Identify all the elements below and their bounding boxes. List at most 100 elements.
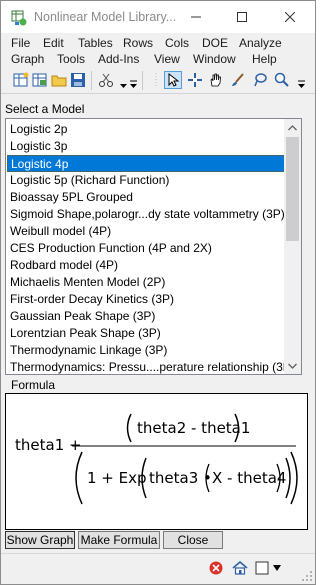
resize-grip-icon[interactable] bbox=[301, 570, 313, 582]
jmp-app-icon bbox=[11, 10, 27, 26]
chevron-up-icon bbox=[288, 124, 297, 130]
toolbar-separator bbox=[91, 71, 92, 90]
scroll-down-button[interactable] bbox=[284, 357, 301, 374]
list-item[interactable]: Logistic 3p bbox=[7, 138, 287, 155]
menu-help[interactable]: Help bbox=[252, 52, 277, 66]
open-file-button[interactable] bbox=[50, 71, 68, 89]
make-formula-button[interactable]: Make Formula bbox=[78, 531, 160, 549]
menu-tables[interactable]: Tables bbox=[78, 36, 113, 50]
chevron-down-icon bbox=[297, 80, 305, 88]
open-table-button[interactable] bbox=[31, 71, 49, 89]
error-status-button[interactable] bbox=[206, 558, 226, 578]
formula-inner-term: X - theta4 bbox=[212, 469, 287, 487]
hand-tool-icon bbox=[210, 73, 221, 87]
menu-cols[interactable]: Cols bbox=[165, 36, 189, 50]
list-item[interactable]: Logistic 2p bbox=[7, 121, 287, 138]
formula-exp-term: 1 + Exp bbox=[87, 469, 147, 487]
grip-icon bbox=[155, 73, 157, 87]
chevron-down-icon bbox=[129, 80, 137, 88]
minimize-icon bbox=[191, 16, 201, 18]
new-table-icon bbox=[13, 72, 29, 87]
open-file-icon bbox=[51, 75, 67, 87]
toolbar-handle bbox=[147, 71, 165, 89]
menu-analyze[interactable]: Analyze bbox=[239, 36, 282, 50]
menu-file[interactable]: File bbox=[11, 36, 30, 50]
maximize-icon bbox=[237, 12, 247, 22]
toolbar bbox=[1, 68, 315, 94]
arrow-tool-icon bbox=[168, 73, 180, 87]
menu-doe[interactable]: DOE bbox=[202, 36, 228, 50]
cut-icon bbox=[99, 73, 113, 87]
hand-tool-button[interactable] bbox=[207, 71, 225, 89]
model-listbox[interactable]: Logistic 2p Logistic 3p Logistic 4p Logi… bbox=[5, 118, 302, 375]
show-graph-button[interactable]: Show Graph bbox=[5, 531, 75, 549]
formula-display: theta1 + theta2 - theta1 1 + Exp theta3 … bbox=[5, 393, 308, 530]
crosshair-tool-icon bbox=[188, 73, 202, 87]
list-item[interactable]: Michaelis Menten Model (2P) bbox=[7, 274, 287, 291]
list-item[interactable]: Sigmoid Shape,polarogr...dy state voltam… bbox=[7, 206, 287, 223]
nonlinear-model-library-window: Nonlinear Model Library... File Edit Tab… bbox=[0, 0, 316, 585]
home-button[interactable] bbox=[230, 558, 250, 578]
formula-theta3-term: theta3 • bbox=[149, 469, 212, 487]
menu-graph[interactable]: Graph bbox=[11, 52, 44, 66]
title-bar[interactable]: Nonlinear Model Library... bbox=[1, 1, 315, 33]
scroll-up-button[interactable] bbox=[284, 119, 301, 136]
window-list-dropdown[interactable] bbox=[254, 558, 286, 578]
formula-brackets bbox=[72, 413, 298, 505]
list-item[interactable]: Gaussian Peak Shape (3P) bbox=[7, 308, 287, 325]
edit-dropdown[interactable] bbox=[119, 77, 127, 89]
list-scrollbar[interactable] bbox=[284, 119, 301, 374]
lasso-tool-icon bbox=[254, 73, 267, 87]
list-item[interactable]: Weibull model (4P) bbox=[7, 223, 287, 240]
menu-row-1: File Edit Tables Rows Cols DOE Analyze bbox=[1, 36, 315, 52]
formula-numerator: theta2 - theta1 bbox=[137, 419, 251, 437]
brush-tool-button[interactable] bbox=[229, 71, 247, 89]
scroll-thumb[interactable] bbox=[286, 137, 299, 241]
lasso-tool-button[interactable] bbox=[251, 71, 269, 89]
toolbar-separator bbox=[142, 71, 143, 90]
close-button[interactable]: Close bbox=[163, 531, 223, 549]
list-item[interactable]: Lorentzian Peak Shape (3P) bbox=[7, 325, 287, 342]
status-bar bbox=[1, 553, 315, 584]
menu-rows[interactable]: Rows bbox=[123, 36, 153, 50]
list-item[interactable]: Thermodynamics: Pressu....perature relat… bbox=[7, 359, 295, 374]
list-item[interactable]: Thermodynamic Linkage (3P) bbox=[7, 342, 287, 359]
menu-bar: File Edit Tables Rows Cols DOE Analyze G… bbox=[1, 34, 315, 68]
save-button[interactable] bbox=[69, 71, 87, 89]
new-table-button[interactable] bbox=[12, 71, 30, 89]
home-icon bbox=[232, 561, 248, 575]
list-item[interactable]: Rodbard model (4P) bbox=[7, 257, 287, 274]
menu-row-2: Graph Tools Add-Ins View Window Help bbox=[1, 52, 315, 68]
menu-window[interactable]: Window bbox=[193, 52, 236, 66]
error-icon bbox=[209, 561, 223, 575]
menu-view[interactable]: View bbox=[154, 52, 180, 66]
minimize-button[interactable] bbox=[173, 1, 219, 33]
list-item[interactable]: CES Production Function (4P and 2X) bbox=[7, 240, 287, 257]
magnifier-tool-icon bbox=[274, 72, 289, 87]
menu-add-ins[interactable]: Add-Ins bbox=[98, 52, 139, 66]
toolbar-overflow-dropdown[interactable] bbox=[297, 77, 305, 89]
list-item[interactable]: Bioassay 5PL Grouped bbox=[7, 189, 287, 206]
formula-label: Formula bbox=[11, 378, 56, 392]
close-icon bbox=[285, 12, 295, 22]
chevron-down-icon bbox=[119, 84, 127, 88]
crosshair-tool-button[interactable] bbox=[186, 71, 204, 89]
magnifier-tool-button[interactable] bbox=[273, 71, 291, 89]
menu-tools[interactable]: Tools bbox=[57, 52, 85, 66]
arrow-tool-button[interactable] bbox=[164, 71, 182, 89]
list-item[interactable]: Logistic 5p (Richard Function) bbox=[7, 172, 287, 189]
save-icon bbox=[71, 73, 85, 87]
open-table-icon bbox=[32, 73, 47, 87]
list-item-selected[interactable]: Logistic 4p bbox=[7, 155, 287, 172]
close-window-button[interactable] bbox=[267, 1, 313, 33]
chevron-down-icon bbox=[288, 363, 297, 369]
formula-lead-term: theta1 + bbox=[15, 436, 82, 454]
cut-button[interactable] bbox=[97, 71, 115, 89]
list-item[interactable]: First-order Decay Kinetics (3P) bbox=[7, 291, 287, 308]
window-list-icon bbox=[255, 561, 281, 575]
maximize-button[interactable] bbox=[219, 1, 265, 33]
more-tools-dropdown[interactable] bbox=[129, 77, 137, 89]
select-model-label: Select a Model bbox=[5, 102, 85, 116]
window-title: Nonlinear Model Library... bbox=[34, 10, 177, 24]
menu-edit[interactable]: Edit bbox=[43, 36, 64, 50]
